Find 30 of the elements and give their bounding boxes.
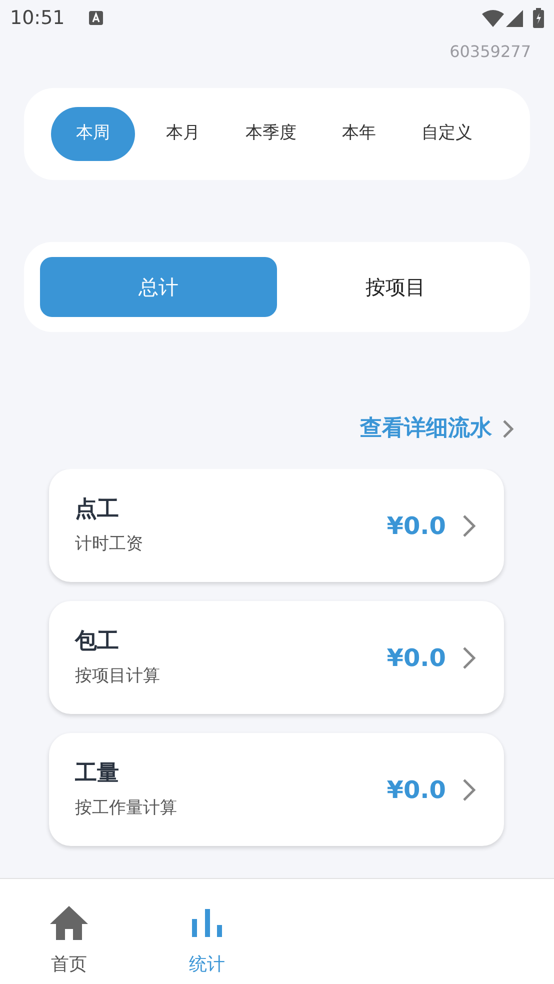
period-tab[interactable]: 本季度 (231, 107, 311, 161)
category-title: 包工 (75, 628, 120, 656)
period-tab[interactable]: 本年 (319, 107, 399, 161)
category-card[interactable]: 工量 按工作量计算 ¥0.0 (49, 733, 504, 846)
chevron-right-icon (462, 514, 476, 538)
home-icon (50, 906, 88, 940)
category-subtitle: 按工作量计算 (75, 797, 178, 820)
chevron-right-icon (502, 418, 514, 438)
account-id: 60359277 (450, 41, 531, 63)
category-subtitle: 按项目计算 (75, 665, 161, 688)
bar-chart-icon (192, 909, 222, 937)
period-tab[interactable]: 本月 (143, 107, 223, 161)
notification-icon (88, 11, 103, 25)
battery-icon (533, 8, 544, 28)
signal-icon (506, 10, 523, 26)
category-title: 工量 (75, 760, 120, 788)
nav-tab[interactable]: 首页 (0, 879, 138, 984)
category-card[interactable]: 包工 按项目计算 ¥0.0 (49, 601, 504, 714)
status-time: 10:51 (10, 6, 65, 31)
view-tab[interactable]: 按项目 (277, 257, 514, 317)
amount: ¥0.0 (386, 510, 446, 542)
wifi-icon (482, 10, 504, 26)
category-title: 点工 (75, 496, 120, 524)
chevron-right-icon (462, 778, 476, 802)
period-tab[interactable]: 自定义 (407, 107, 487, 161)
category-subtitle: 计时工资 (75, 533, 144, 556)
category-card[interactable]: 点工 计时工资 ¥0.0 (49, 469, 504, 582)
chevron-right-icon (462, 646, 476, 670)
amount: ¥0.0 (386, 642, 446, 674)
amount: ¥0.0 (386, 774, 446, 806)
